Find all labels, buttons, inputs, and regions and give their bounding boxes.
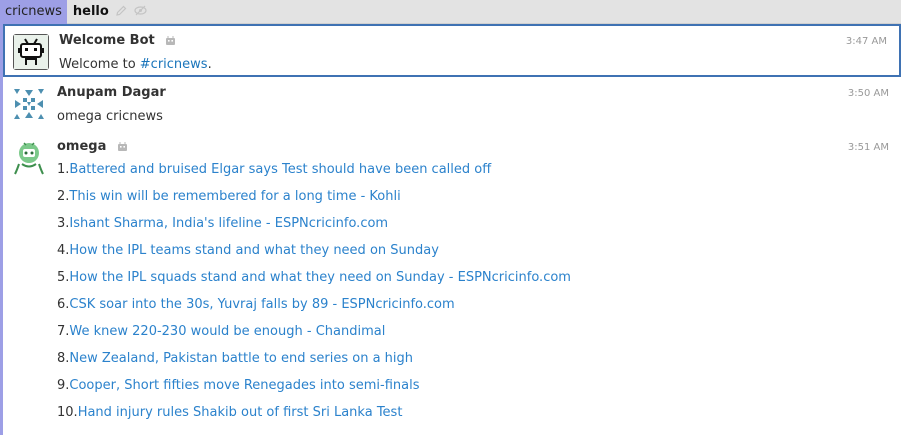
avatar[interactable] xyxy=(11,86,47,122)
list-item: 6.CSK soar into the 30s, Yuvraj falls by… xyxy=(57,297,455,312)
identicon-avatar xyxy=(11,86,47,122)
list-item: 5.How the IPL squads stand and what they… xyxy=(57,270,571,285)
avatar[interactable] xyxy=(13,34,49,70)
message-content: omega cricnews xyxy=(57,109,163,124)
news-link[interactable]: Ishant Sharma, India's lifeline - ESPNcr… xyxy=(69,216,388,231)
message-anupam[interactable]: Anupam Dagar 3:50 AM omega cricnews xyxy=(3,78,901,132)
message-time[interactable]: 3:50 AM xyxy=(848,88,889,99)
news-link[interactable]: How the IPL squads stand and what they n… xyxy=(69,270,571,285)
list-item: 4.How the IPL teams stand and what they … xyxy=(57,243,439,258)
news-link[interactable]: Battered and bruised Elgar says Test sho… xyxy=(69,162,491,177)
topic-name[interactable]: hello xyxy=(67,0,109,24)
list-item: 9.Cooper, Short fifties move Renegades i… xyxy=(57,378,420,393)
news-link[interactable]: This win will be remembered for a long t… xyxy=(69,189,400,204)
message-time[interactable]: 3:51 AM xyxy=(848,142,889,153)
message-text-suffix: . xyxy=(207,57,212,72)
list-item: 2.This win will be remembered for a long… xyxy=(57,189,401,204)
news-link[interactable]: We knew 220-230 would be enough - Chandi… xyxy=(69,324,385,339)
message-text: Welcome to xyxy=(59,57,140,72)
list-item: 10.Hand injury rules Shakib out of first… xyxy=(57,405,403,420)
stream-name[interactable]: cricnews xyxy=(0,0,67,24)
message-content: Welcome to #cricnews. xyxy=(59,57,212,72)
sender-name[interactable]: Welcome Bot xyxy=(59,33,176,48)
news-link[interactable]: Hand injury rules Shakib out of first Sr… xyxy=(78,405,403,420)
eye-slash-icon[interactable] xyxy=(134,0,147,24)
pencil-icon[interactable] xyxy=(116,0,127,24)
message-welcome-bot[interactable]: Welcome Bot 3:47 AM Welcome to #cricnews… xyxy=(3,24,901,77)
list-item: 8.New Zealand, Pakistan battle to end se… xyxy=(57,351,414,366)
news-link[interactable]: CSK soar into the 30s, Yuvraj falls by 8… xyxy=(69,297,454,312)
bot-icon xyxy=(166,36,176,45)
stream-link[interactable]: #cricnews xyxy=(140,57,208,72)
robot-icon xyxy=(14,35,48,69)
bot-icon xyxy=(117,142,127,151)
recipient-bar: cricnews hello xyxy=(0,0,901,24)
message-time[interactable]: 3:47 AM xyxy=(846,36,887,47)
list-item: 1.Battered and bruised Elgar says Test s… xyxy=(57,162,492,177)
robot-icon xyxy=(11,140,47,176)
sender-name[interactable]: omega xyxy=(57,139,128,154)
message-omega[interactable]: omega 3:51 AM 1.Battered and bruised Elg… xyxy=(3,132,901,435)
news-link[interactable]: Cooper, Short fifties move Renegades int… xyxy=(69,378,419,393)
list-item: 7.We knew 220-230 would be enough - Chan… xyxy=(57,324,386,339)
list-item: 3.Ishant Sharma, India's lifeline - ESPN… xyxy=(57,216,389,231)
news-link[interactable]: How the IPL teams stand and what they ne… xyxy=(69,243,439,258)
sender-name[interactable]: Anupam Dagar xyxy=(57,85,166,100)
news-link[interactable]: New Zealand, Pakistan battle to end seri… xyxy=(69,351,413,366)
avatar[interactable] xyxy=(11,140,47,176)
